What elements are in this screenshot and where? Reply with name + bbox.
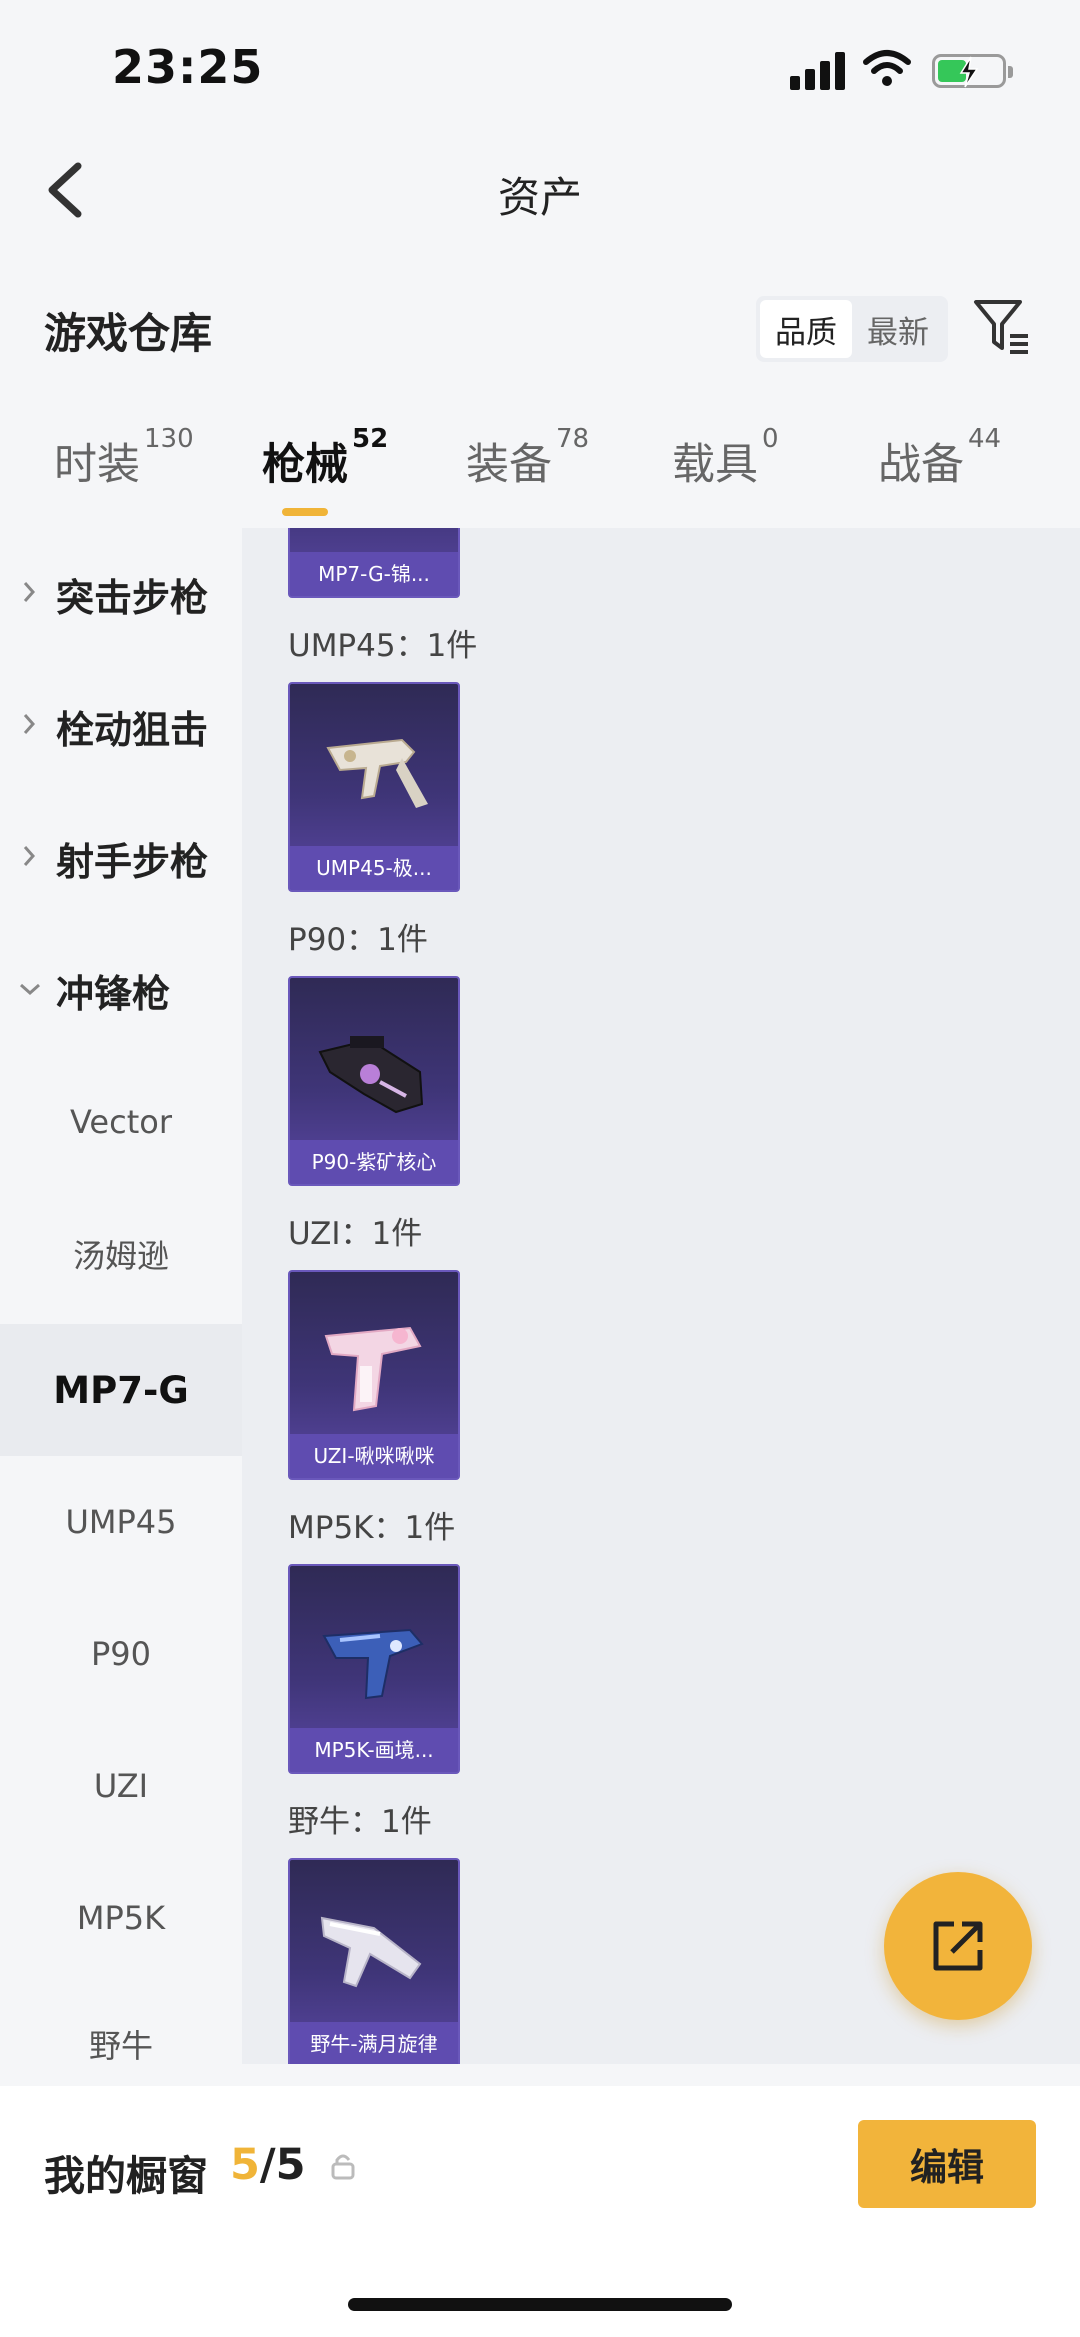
category-tabs: 时装130 枪械52 装备78 载具0 战备44 — [0, 424, 1080, 520]
tab-count: 78 — [556, 424, 590, 454]
sidebar-cat-bolt-sniper[interactable]: 栓动狙击 — [0, 660, 242, 792]
sidebar-item-thompson[interactable]: 汤姆逊 — [0, 1188, 242, 1320]
share-icon — [933, 1921, 983, 1971]
group-label-mp5k: MP5K：1件 — [288, 1510, 456, 1546]
tab-count: 44 — [968, 424, 1002, 454]
sidebar-cat-label: 栓动狙击 — [56, 707, 209, 752]
tab-supplies[interactable]: 战备44 — [878, 424, 1001, 492]
weapon-card-ump45[interactable]: UMP45-极... — [288, 682, 460, 892]
tab-fashion[interactable]: 时装130 — [54, 424, 194, 492]
chevron-right-icon — [23, 714, 36, 734]
p90-skin-image — [318, 1036, 424, 1114]
nav-bar: 资产 — [0, 130, 1080, 250]
uzi-skin-image — [324, 1326, 422, 1412]
weapon-card-uzi[interactable]: UZI-啾咪啾咪 — [288, 1270, 460, 1480]
tab-label: 载具 — [672, 440, 758, 490]
sidebar-cat-marksman-rifle[interactable]: 射手步枪 — [0, 792, 242, 924]
weapon-card-caption: P90-紫矿核心 — [290, 1140, 458, 1184]
sidebar-cat-label: 射手步枪 — [56, 839, 209, 884]
tab-vehicles[interactable]: 载具0 — [672, 424, 779, 492]
signal-icon — [790, 52, 846, 90]
weapon-card-caption: UMP45-极... — [290, 846, 458, 890]
sidebar-item-p90[interactable]: P90 — [0, 1588, 242, 1720]
chevron-down-icon — [20, 983, 40, 996]
sort-option-quality[interactable]: 品质 — [760, 300, 852, 358]
sidebar-item-mp5k[interactable]: MP5K — [0, 1852, 242, 1984]
home-indicator — [348, 2298, 732, 2311]
sidebar-cat-label: 冲锋枪 — [56, 971, 171, 1016]
tab-count: 130 — [144, 424, 194, 454]
status-time: 23:25 — [112, 40, 264, 94]
mp5k-skin-image — [322, 1628, 424, 1700]
weapon-card-mp5k[interactable]: MP5K-画境... — [288, 1564, 460, 1774]
weapon-content-list: MP7-G-锦... UMP45：1件 UMP45-极... P90：1件 P9… — [242, 528, 1080, 2064]
active-tab-indicator — [282, 508, 328, 516]
battery-icon — [932, 54, 1013, 88]
showcase-label: 我的橱窗 — [44, 2152, 208, 2200]
sidebar-cat-smg[interactable]: 冲锋枪 — [0, 924, 242, 1056]
bison-skin-image — [320, 1916, 422, 1988]
weapon-card-caption: 野牛-满月旋律 — [290, 2022, 458, 2064]
sidebar-item-vector[interactable]: Vector — [0, 1056, 242, 1188]
tab-label: 时装 — [54, 440, 140, 490]
sort-toggle: 品质 最新 — [756, 296, 948, 362]
sidebar-cat-label: 突击步枪 — [56, 575, 209, 620]
group-label-uzi: UZI：1件 — [288, 1216, 423, 1252]
page-title: 资产 — [497, 173, 582, 222]
sidebar-item-ump45[interactable]: UMP45 — [0, 1456, 242, 1588]
chevron-right-icon — [23, 846, 36, 866]
tab-count: 52 — [352, 424, 389, 454]
tab-equipment[interactable]: 装备78 — [466, 424, 589, 492]
weapon-category-sidebar: 突击步枪 栓动狙击 射手步枪 冲锋枪 Vector 汤姆逊 MP7-G UMP4… — [0, 528, 242, 2064]
tab-label: 枪械 — [262, 440, 348, 490]
tab-count: 0 — [762, 424, 779, 454]
sidebar-item-mp7g[interactable]: MP7-G — [0, 1324, 242, 1456]
tab-label: 战备 — [878, 440, 964, 490]
edit-button[interactable]: 编辑 — [858, 2120, 1036, 2208]
wifi-icon — [863, 50, 911, 86]
weapon-card-caption: UZI-啾咪啾咪 — [290, 1434, 458, 1478]
ump45-skin-image — [326, 738, 428, 808]
weapon-card-bison[interactable]: 野牛-满月旋律 — [288, 1858, 460, 2064]
share-button[interactable] — [884, 1872, 1032, 2020]
status-bar: 23:25 — [0, 0, 1080, 130]
weapon-card-caption: MP5K-画境... — [290, 1728, 458, 1772]
tab-guns[interactable]: 枪械52 — [262, 424, 388, 492]
sort-option-latest[interactable]: 最新 — [852, 300, 944, 358]
showcase-count: 5/5 — [230, 2140, 306, 2190]
chevron-right-icon — [23, 582, 36, 602]
filter-icon[interactable] — [972, 298, 1032, 358]
group-label-bison: 野牛：1件 — [288, 1804, 432, 1840]
weapon-card-p90[interactable]: P90-紫矿核心 — [288, 976, 460, 1186]
sidebar-cat-assault-rifle[interactable]: 突击步枪 — [0, 528, 242, 660]
showcase-total: /5 — [259, 2140, 306, 2190]
sidebar-item-uzi[interactable]: UZI — [0, 1720, 242, 1852]
weapon-card-caption: MP7-G-锦... — [290, 552, 458, 596]
sidebar-item-bison[interactable]: 野牛 — [0, 1978, 242, 2064]
lock-icon — [331, 2154, 355, 2180]
warehouse-title: 游戏仓库 — [44, 309, 213, 358]
group-label-p90: P90：1件 — [288, 922, 428, 958]
weapon-card-mp7g[interactable]: MP7-G-锦... — [288, 528, 460, 598]
showcase-current: 5 — [230, 2140, 260, 2190]
tab-label: 装备 — [466, 440, 552, 490]
group-label-ump45: UMP45：1件 — [288, 628, 478, 664]
